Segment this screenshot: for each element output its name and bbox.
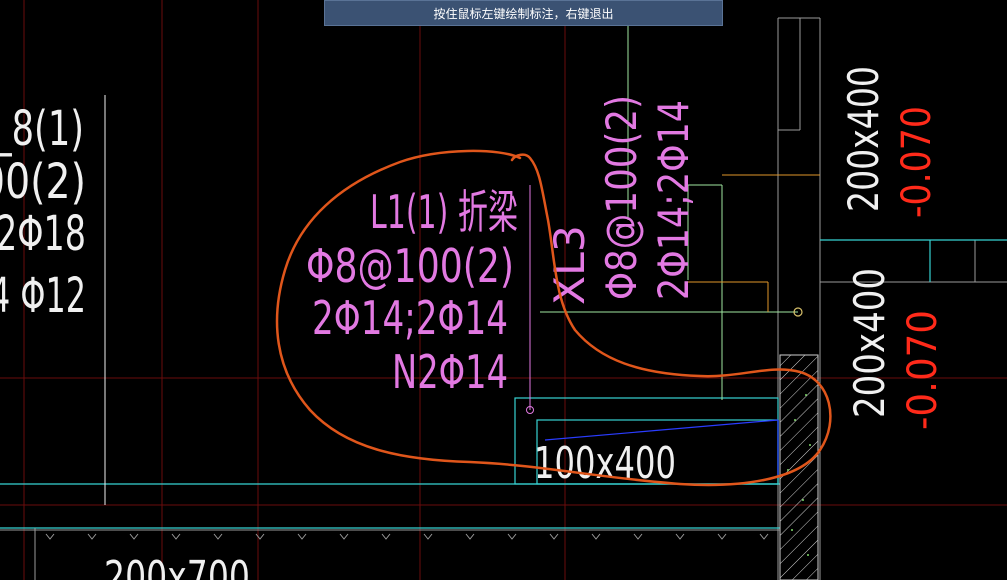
bottom-beam-size: 200x700 — [104, 552, 250, 580]
bottom-arrow-row — [45, 533, 769, 540]
beam-l1-stirrup: Φ8@100(2) — [306, 239, 514, 293]
beam-l1-side-bars: N2Φ14 — [392, 345, 508, 399]
beam-xl3-reinforcement: 2Φ14;2Φ14 — [649, 100, 698, 300]
arrow-tick — [381, 533, 391, 540]
beam-l1-reinforcement: 2Φ14;2Φ14 — [312, 291, 508, 345]
beam-xl3-annotation: XL3 Φ8@100(2) 2Φ14;2Φ14 — [545, 95, 698, 305]
wall-top-label: 200x400 -0.070 — [839, 66, 940, 218]
arrow-tick — [339, 533, 349, 540]
beam-l1-annotation: L1(1) 折梁 Φ8@100(2) 2Φ14;2Φ14 N2Φ14 — [306, 185, 518, 399]
cad-drawing-canvas[interactable]: _8(1) 00(2) 2Φ18 4 Φ12 L1(1) 折梁 Φ8@100(2… — [0, 0, 1007, 580]
arrow-tick — [129, 533, 139, 540]
arrow-tick — [87, 533, 97, 540]
arrow-tick — [591, 533, 601, 540]
arrow-tick — [465, 533, 475, 540]
beam-l1-title: L1(1) 折梁 — [370, 185, 518, 239]
beam-xl3-title: XL3 — [545, 225, 594, 305]
left-annotation-line: 4 Φ12 — [0, 268, 86, 324]
arrow-tick — [171, 533, 181, 540]
left-annotation-line: _8(1) — [0, 101, 84, 157]
wall-bottom-elevation: -0.070 — [900, 310, 946, 430]
leader-lines — [526, 185, 534, 414]
arrow-tick — [213, 533, 223, 540]
wall-top-elevation: -0.070 — [894, 106, 940, 218]
arrow-tick — [507, 533, 517, 540]
arrow-tick — [423, 533, 433, 540]
left-annotation: _8(1) 00(2) 2Φ18 4 Φ12 — [0, 101, 86, 324]
status-tooltip: 按住鼠标左键绘制标注，右键退出 — [324, 0, 723, 26]
orange-lines — [688, 174, 820, 312]
wall-top-size: 200x400 — [839, 66, 888, 212]
arrow-tick — [255, 533, 265, 540]
beam-xl3-stirrup: Φ8@100(2) — [597, 95, 646, 300]
arrow-tick — [633, 533, 643, 540]
left-annotation-line: 2Φ18 — [0, 206, 86, 262]
arrow-tick — [759, 533, 769, 540]
arrow-tick — [45, 533, 55, 540]
left-annotation-line: 00(2) — [0, 154, 86, 210]
arrow-tick — [717, 533, 727, 540]
wall-bottom-label: 200x400 -0.070 — [845, 268, 946, 430]
arrow-tick — [297, 533, 307, 540]
arrow-tick — [549, 533, 559, 540]
arrow-tick — [675, 533, 685, 540]
wall-bottom-size: 200x400 — [845, 268, 894, 418]
